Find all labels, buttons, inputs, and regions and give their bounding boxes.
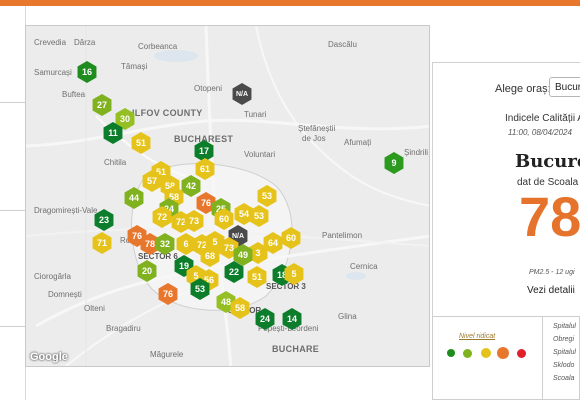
- place-label: Glina: [338, 312, 357, 321]
- place-label: SECTOR 6: [138, 252, 178, 261]
- hospital-item[interactable]: Obregi: [553, 336, 574, 343]
- place-label: Măgurele: [150, 350, 184, 359]
- aq-timestamp: 11:00, 08/04/2024: [508, 128, 572, 137]
- hospital-item[interactable]: Spitalul: [553, 349, 576, 356]
- city-select[interactable]: Bucures: [549, 77, 580, 97]
- place-label: Tâmași: [121, 62, 148, 71]
- air-quality-map[interactable]: Crevedia Dârza Corbeanca Dascălu Samurcași Tâ…: [25, 25, 430, 367]
- place-label: Dascălu: [328, 40, 357, 49]
- place-label: BUCHARE: [272, 344, 320, 354]
- place-label: Buftea: [62, 90, 86, 99]
- top-accent-bar: [0, 0, 580, 6]
- place-label: Samurcași: [34, 68, 72, 77]
- legend-dot-high: [517, 348, 526, 358]
- hospitals-list: Spitalul Obregi Spitalul Sklodo Scoala: [542, 316, 580, 400]
- google-logo: Google: [30, 351, 68, 363]
- legend-box: Nivel ridicat: [432, 316, 542, 400]
- place-label: Chitila: [104, 158, 127, 167]
- aq-index-title: Indicele Calității A: [505, 113, 580, 124]
- place-label: Voluntari: [244, 150, 276, 159]
- place-label: Afumați: [344, 138, 372, 147]
- city-select-label: Alege oraș:: [495, 83, 551, 95]
- legend-title[interactable]: Nivel ridicat: [459, 333, 495, 340]
- place-label: Crevedia: [34, 38, 67, 47]
- left-sidebar-strip: [0, 6, 26, 400]
- divider: [0, 210, 25, 211]
- hospital-item[interactable]: Scoala: [553, 375, 574, 382]
- place-label: Pantelimon: [322, 231, 363, 240]
- aqi-value: 78: [519, 185, 580, 248]
- pm25-reading: PM2.5 - 12 ugi: [529, 269, 575, 276]
- place-label: Domnești: [48, 290, 82, 299]
- place-label: Ștefăneștii: [298, 124, 336, 133]
- place-label: Olteni: [84, 304, 105, 313]
- legend-dot-good: [447, 349, 455, 357]
- place-label: Șindrili: [404, 148, 429, 157]
- city-name-heading: Bucures: [515, 151, 580, 172]
- legend-dot-fair: [463, 348, 472, 358]
- place-label: Dârza: [74, 38, 96, 47]
- place-label: Ciorogârla: [34, 272, 71, 281]
- place-label: ILFOV COUNTY: [132, 108, 203, 118]
- legend-dot-unhealthy: [497, 347, 509, 359]
- hospital-item[interactable]: Spitalul: [553, 323, 576, 330]
- hospital-item[interactable]: Sklodo: [553, 362, 574, 369]
- place-label: Bragadiru: [106, 324, 141, 333]
- place-label: de Jos: [302, 134, 326, 143]
- place-label: Tunari: [244, 110, 267, 119]
- place-label: Otopeni: [194, 84, 223, 93]
- divider: [0, 326, 25, 327]
- legend-dot-moderate: [481, 348, 491, 358]
- details-link[interactable]: Vezi detalii: [527, 285, 575, 296]
- place-label: Corbeanca: [138, 42, 178, 51]
- place-label: Dragomirești-Vale: [34, 206, 98, 215]
- place-label: Cernica: [350, 262, 378, 271]
- divider: [0, 102, 25, 103]
